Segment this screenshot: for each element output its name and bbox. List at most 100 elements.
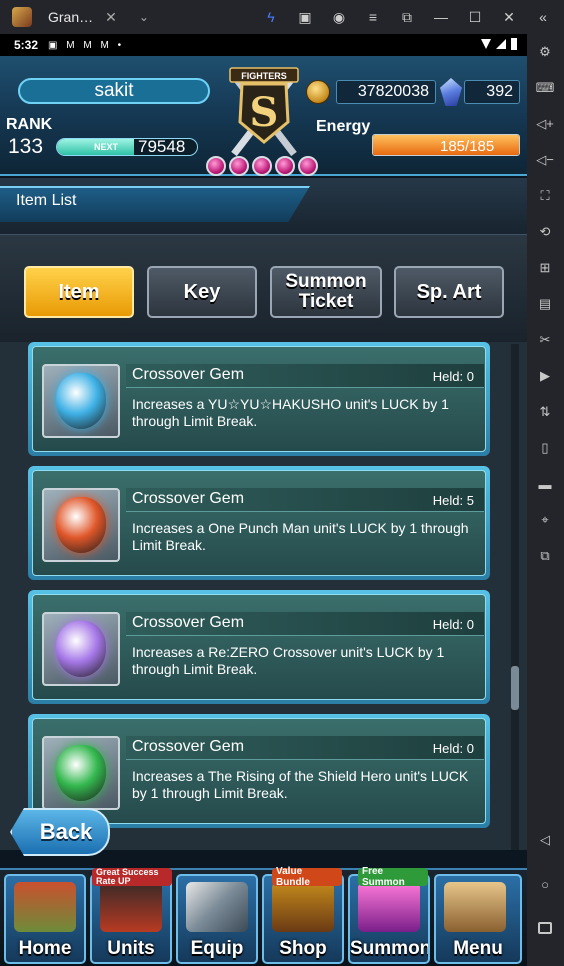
gem-shape bbox=[56, 621, 106, 677]
maximize-icon[interactable]: ☐ bbox=[466, 8, 484, 26]
app-tab[interactable]: Gran… ✕ bbox=[40, 3, 125, 31]
tab-item[interactable]: Item bbox=[24, 266, 134, 318]
nav-label: Menu bbox=[453, 938, 503, 959]
item-description: Increases a One Punch Man unit's LUCK by… bbox=[132, 520, 469, 553]
treasure-chest-icon bbox=[272, 882, 334, 932]
record-icon[interactable]: ▶ bbox=[535, 366, 555, 386]
tab-summon-ticket[interactable]: Summon Ticket bbox=[270, 266, 382, 318]
nav-home-button[interactable]: Home bbox=[4, 874, 86, 964]
energy-value: 185/185 bbox=[440, 138, 495, 155]
crossover-gem-icon bbox=[42, 612, 120, 686]
item-description: Increases a YU☆YU☆HAKUSHO unit's LUCK by… bbox=[132, 396, 449, 429]
gem-shape bbox=[56, 497, 106, 553]
gem-icon bbox=[440, 78, 462, 106]
game-screen: 5:32 ▣ M M M • sakit S FIGHTERS 37820038 bbox=[0, 34, 527, 966]
orb-icon bbox=[252, 156, 272, 176]
game-logo: S FIGHTERS bbox=[229, 67, 299, 157]
multi-instance-icon[interactable]: ⧉ bbox=[535, 546, 555, 566]
popout-icon[interactable]: ⧉ bbox=[398, 8, 416, 26]
signal-icon bbox=[496, 39, 506, 49]
player-name: sakit bbox=[18, 78, 210, 104]
volume-down-icon[interactable]: ◁− bbox=[535, 150, 555, 170]
orb-icon bbox=[206, 156, 226, 176]
crossover-gem-icon bbox=[42, 364, 120, 438]
logo-text: FIGHTERS bbox=[241, 71, 287, 81]
home-nav-icon[interactable]: ○ bbox=[535, 874, 555, 894]
nav-equip-button[interactable]: Equip bbox=[176, 874, 258, 964]
item-title: Crossover Gem bbox=[132, 490, 245, 507]
item-held: Held: 0 bbox=[432, 369, 474, 384]
scissors-icon[interactable]: ✂ bbox=[535, 330, 555, 350]
recents-nav-icon[interactable] bbox=[535, 918, 555, 938]
item-held: Held: 0 bbox=[432, 617, 474, 632]
wifi-icon bbox=[481, 39, 491, 49]
book-icon bbox=[444, 882, 506, 932]
nav-menu-button[interactable]: Menu bbox=[434, 874, 522, 964]
nav-label: Home bbox=[18, 938, 72, 959]
item-description: Increases a The Rising of the Shield Her… bbox=[132, 768, 469, 801]
gem-shape bbox=[56, 745, 106, 801]
orb-icon bbox=[275, 156, 295, 176]
emulator-title-bar: Gran… ✕ ⌄ ϟ ▣ ◉ ≡ ⧉ — ☐ ✕ « bbox=[0, 0, 564, 34]
list-item[interactable]: Crossover Gem Held: 0 Increases a Re:ZER… bbox=[28, 590, 490, 704]
house-icon bbox=[14, 882, 76, 932]
apk-icon[interactable]: ▤ bbox=[535, 294, 555, 314]
tab-title: Gran… bbox=[48, 9, 94, 25]
battery-icon bbox=[511, 38, 517, 50]
gem-count: 392 bbox=[464, 80, 520, 104]
stamina-orbs bbox=[206, 156, 318, 176]
account-icon[interactable]: ◉ bbox=[330, 8, 348, 26]
orb-icon bbox=[298, 156, 318, 176]
status-indicators bbox=[481, 38, 517, 50]
coin-icon bbox=[306, 80, 330, 104]
collapse-icon[interactable]: « bbox=[534, 8, 552, 26]
tab-sp-art[interactable]: Sp. Art bbox=[394, 266, 504, 318]
item-held: Held: 0 bbox=[432, 741, 474, 756]
keyboard-icon[interactable]: ⌨ bbox=[535, 78, 555, 98]
scrollbar-thumb[interactable] bbox=[511, 666, 519, 710]
fullscreen-icon[interactable]: ⛶ bbox=[535, 186, 555, 206]
nav-label: Summon bbox=[350, 938, 430, 959]
rotate-icon[interactable]: ⟲ bbox=[535, 222, 555, 242]
next-exp-value: 79548 bbox=[138, 137, 186, 156]
sync-icon[interactable]: ⇅ bbox=[535, 402, 555, 422]
shake-icon[interactable]: ▯ bbox=[535, 438, 555, 458]
gear-icon[interactable]: ⚙ bbox=[535, 42, 555, 62]
list-item[interactable]: Crossover Gem Held: 0 Increases a YU☆YU☆… bbox=[28, 342, 490, 456]
energy-label: Energy bbox=[316, 118, 371, 135]
volume-up-icon[interactable]: ◁+ bbox=[535, 114, 555, 134]
player-header: sakit S FIGHTERS 37820038 392 RANK 133 N… bbox=[0, 56, 527, 176]
location-icon[interactable]: ⌖ bbox=[535, 510, 555, 530]
list-item[interactable]: Crossover Gem Held: 5 Increases a One Pu… bbox=[28, 466, 490, 580]
tab-key[interactable]: Key bbox=[147, 266, 257, 318]
back-button[interactable]: Back bbox=[10, 808, 110, 856]
folder-icon[interactable]: ▬ bbox=[535, 474, 555, 494]
page-title: Item List bbox=[16, 192, 77, 209]
nav-label: Units bbox=[107, 938, 155, 959]
tab-close-icon[interactable]: ✕ bbox=[105, 9, 117, 26]
close-icon[interactable]: ✕ bbox=[500, 8, 518, 26]
menu-icon[interactable]: ≡ bbox=[364, 8, 382, 26]
logo-letter: S bbox=[250, 89, 279, 136]
units-badge: Great Success Rate UP bbox=[92, 868, 172, 886]
item-title: Crossover Gem bbox=[132, 738, 245, 755]
chevron-down-icon[interactable]: ⌄ bbox=[139, 10, 149, 24]
screenshot-icon[interactable]: ⊞ bbox=[535, 258, 555, 278]
status-time: 5:32 bbox=[14, 38, 39, 52]
sword-icon bbox=[186, 882, 248, 932]
rank-value: 133 bbox=[8, 135, 44, 158]
nav-units-button[interactable]: Units bbox=[90, 874, 172, 964]
gift-icon[interactable]: ▣ bbox=[296, 8, 314, 26]
emulator-window: Gran… ✕ ⌄ ϟ ▣ ◉ ≡ ⧉ — ☐ ✕ « ⚙ ⌨ ◁+ ◁− ⛶ … bbox=[0, 0, 564, 966]
scrollbar-track[interactable] bbox=[511, 344, 519, 850]
crystal-icon bbox=[358, 882, 420, 932]
minimize-icon[interactable]: — bbox=[432, 8, 450, 26]
nav-label: Shop bbox=[279, 938, 327, 959]
bolt-icon[interactable]: ϟ bbox=[262, 8, 280, 26]
rank-label: RANK bbox=[6, 116, 53, 133]
notification-icons: ▣ M M M • bbox=[48, 39, 125, 51]
back-nav-icon[interactable]: ◁ bbox=[535, 830, 555, 850]
unit-icon bbox=[100, 882, 162, 932]
nav-label: Equip bbox=[190, 938, 244, 959]
app-icon bbox=[12, 7, 32, 27]
